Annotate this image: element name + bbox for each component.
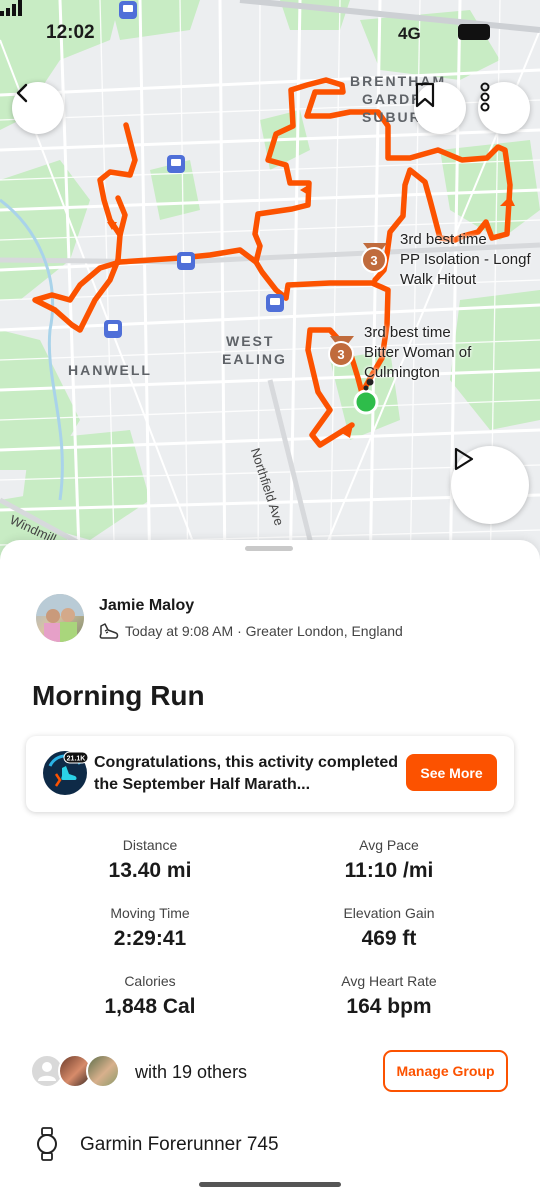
- group-avatars[interactable]: [30, 1054, 120, 1088]
- stat-label: Avg Heart Rate: [341, 973, 437, 989]
- home-indicator[interactable]: [199, 1182, 341, 1187]
- challenge-badge-text: 21.1K: [67, 756, 86, 763]
- stat-moving-time: Moving Time 2:29:41: [40, 905, 260, 951]
- stat-value: 469 ft: [361, 927, 417, 950]
- segment-2-line2: Bitter Woman of: [364, 344, 472, 361]
- map-label-hanwell: HANWELL: [68, 362, 152, 378]
- medal-rank-1: 3: [370, 253, 377, 268]
- group-avatar: [86, 1054, 120, 1088]
- stat-calories: Calories 1,848 Cal: [40, 973, 260, 1019]
- stat-label: Distance: [122, 837, 178, 853]
- segment-1-line1: 3rd best time: [400, 231, 487, 248]
- challenge-badge-icon: 21.1K: [43, 751, 88, 795]
- challenge-card[interactable]: 21.1K Congratulations, this activity com…: [26, 736, 514, 812]
- group-others-text[interactable]: with 19 others: [135, 1062, 247, 1083]
- segment-label-2[interactable]: 3rd best time Bitter Woman of Culmington: [364, 323, 471, 383]
- stat-avg-heart-rate: Avg Heart Rate 164 bpm: [279, 973, 499, 1019]
- segment-label-1[interactable]: 3rd best time PP Isolation - Longf Walk …: [400, 230, 531, 290]
- more-options-button[interactable]: [478, 82, 530, 134]
- stat-value: 13.40 mi: [108, 859, 192, 882]
- play-icon: [454, 447, 474, 471]
- manage-group-button[interactable]: Manage Group: [383, 1050, 508, 1092]
- medal-rank-2: 3: [337, 347, 344, 362]
- flyover-play-button[interactable]: [451, 446, 529, 524]
- stat-value: 164 bpm: [346, 995, 432, 1018]
- watch-icon: [37, 1127, 57, 1161]
- stat-label: Moving Time: [110, 905, 190, 921]
- stat-value: 1,848 Cal: [104, 995, 196, 1018]
- start-marker: [353, 389, 379, 415]
- more-vertical-icon: [480, 82, 490, 112]
- activity-sheet: Jamie Maloy Today at 9:08 AM · Greater L…: [0, 540, 540, 1200]
- stat-elevation-gain: Elevation Gain 469 ft: [279, 905, 499, 951]
- stat-label: Calories: [124, 973, 176, 989]
- stat-distance: Distance 13.40 mi: [40, 837, 260, 883]
- shoe-icon: [99, 623, 119, 639]
- stat-value: 2:29:41: [113, 927, 187, 950]
- status-network: 4G: [398, 24, 421, 43]
- bookmark-button[interactable]: [414, 82, 466, 134]
- chevron-left-icon: [16, 83, 28, 103]
- map-label-ealing: EALING: [222, 351, 287, 367]
- segment-1-line3: Walk Hitout: [400, 271, 477, 288]
- route-map[interactable]: 3 3 BRENTHAM GARDEN SUBURB WEST EALING H…: [0, 0, 540, 580]
- signal-icon: [0, 0, 22, 16]
- map-label-west: WEST: [226, 333, 275, 349]
- stat-avg-pace: Avg Pace 11:10 /mi: [279, 837, 499, 883]
- challenge-message: Congratulations, this activity completed…: [94, 754, 399, 793]
- activity-meta-text: Today at 9:08 AM · Greater London, Engla…: [125, 623, 403, 639]
- segment-2-line1: 3rd best time: [364, 324, 451, 341]
- bookmark-icon: [415, 82, 435, 108]
- status-bar: 12:02 4G: [0, 0, 540, 64]
- stat-label: Avg Pace: [359, 837, 419, 853]
- device-name: Garmin Forerunner 745: [80, 1134, 279, 1155]
- athlete-name[interactable]: Jamie Maloy: [99, 597, 194, 615]
- battery-icon: [458, 24, 490, 40]
- sheet-drag-handle[interactable]: [245, 546, 293, 551]
- athlete-avatar[interactable]: [36, 594, 84, 642]
- activity-title: Morning Run: [32, 680, 205, 711]
- status-time: 12:02: [46, 22, 95, 43]
- back-button[interactable]: [12, 82, 64, 134]
- segment-1-line2: PP Isolation - Longf: [400, 251, 531, 268]
- activity-meta: Today at 9:08 AM · Greater London, Engla…: [99, 622, 403, 640]
- stat-value: 11:10 /mi: [344, 859, 434, 882]
- segment-2-line3: Culmington: [364, 364, 440, 381]
- see-more-button[interactable]: See More: [406, 754, 497, 791]
- stat-label: Elevation Gain: [343, 905, 435, 921]
